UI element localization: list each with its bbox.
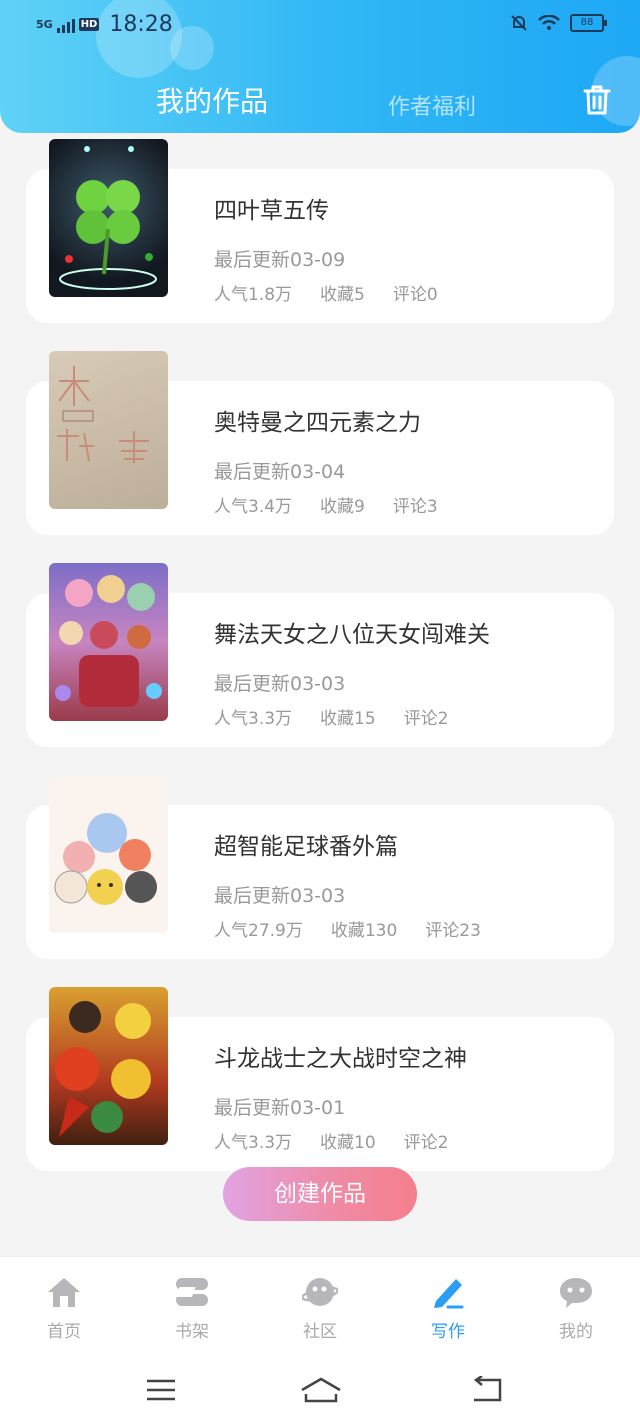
bottom-nav: 首页 书架 社区 写作 我的: [0, 1256, 640, 1349]
work-updated: 最后更新03-04: [214, 461, 346, 483]
work-item[interactable]: 斗龙战士之大战时空之神 最后更新03-01 人气3.3万 收藏10 评论2: [0, 981, 640, 1171]
work-comments: 评论23: [425, 921, 481, 941]
battery-icon: 88: [570, 14, 607, 32]
work-favorites: 收藏5: [320, 285, 365, 305]
work-cover[interactable]: [49, 987, 168, 1145]
nav-label: 社区: [303, 1322, 337, 1342]
work-title: 奥特曼之四元素之力: [214, 410, 421, 436]
tab-my-works[interactable]: 我的作品: [156, 80, 268, 120]
community-icon: [302, 1278, 338, 1306]
header: 5G HD 18:28 88 我的作品 作者福利: [0, 0, 640, 133]
work-cover[interactable]: [49, 563, 168, 721]
write-icon: [434, 1279, 464, 1309]
back-icon[interactable]: [470, 1376, 504, 1404]
profile-icon: [560, 1278, 592, 1308]
work-item[interactable]: 舞法天女之八位天女闯难关 最后更新03-03 人气3.3万 收藏15 评论2: [0, 557, 640, 747]
menu-icon[interactable]: [145, 1378, 177, 1402]
home-icon: [48, 1278, 80, 1307]
handwriting-image: [57, 366, 149, 463]
work-comments: 评论3: [392, 497, 438, 517]
wifi-icon: [538, 15, 560, 30]
work-cover[interactable]: [49, 775, 168, 933]
system-nav-bar: [0, 1348, 640, 1428]
dragon-warriors-image: [55, 1001, 151, 1137]
work-item[interactable]: 超智能足球番外篇 最后更新03-03 人气27.9万 收藏130 评论23: [0, 769, 640, 959]
work-title: 超智能足球番外篇: [214, 834, 398, 860]
signal-icon: [56, 17, 75, 33]
mute-bell-icon: [511, 15, 527, 31]
work-comments: 评论2: [403, 709, 449, 729]
network-type: 5G: [36, 18, 53, 31]
work-title: 四叶草五传: [214, 198, 329, 224]
work-updated: 最后更新03-09: [214, 249, 346, 271]
trash-icon[interactable]: [580, 84, 614, 116]
status-bar: 5G HD 18:28 88: [0, 0, 640, 50]
clock: 18:28: [109, 12, 173, 37]
work-popularity: 人气3.3万: [214, 709, 293, 729]
nav-home[interactable]: 首页: [0, 1257, 128, 1349]
work-item[interactable]: 奥特曼之四元素之力 最后更新03-04 人气3.4万 收藏9 评论3: [0, 345, 640, 535]
anime-girls-image: [55, 575, 162, 707]
work-comments: 评论2: [403, 1133, 449, 1153]
hd-badge: HD: [78, 18, 100, 31]
work-title: 舞法天女之八位天女闯难关: [214, 622, 490, 648]
work-updated: 最后更新03-03: [214, 885, 346, 907]
clover-image: [59, 146, 157, 290]
nav-label: 首页: [47, 1322, 81, 1342]
work-popularity: 人气3.3万: [214, 1133, 293, 1153]
tab-author-benefits[interactable]: 作者福利: [388, 89, 476, 121]
work-favorites: 收藏15: [320, 709, 376, 729]
work-stats: 人气1.8万 收藏5 评论0: [214, 280, 466, 305]
work-item[interactable]: 四叶草五传 最后更新03-09 人气1.8万 收藏5 评论0: [0, 133, 640, 323]
work-stats: 人气3.4万 收藏9 评论3: [214, 492, 466, 517]
nav-label: 写作: [431, 1322, 465, 1342]
work-stats: 人气3.3万 收藏10 评论2: [214, 1128, 477, 1153]
chibi-characters-image: [54, 813, 157, 905]
nav-bookshelf[interactable]: 书架: [128, 1257, 256, 1349]
work-popularity: 人气3.4万: [214, 497, 293, 517]
work-stats: 人气27.9万 收藏130 评论23: [214, 916, 509, 941]
nav-community[interactable]: 社区: [256, 1257, 384, 1349]
work-popularity: 人气1.8万: [214, 285, 293, 305]
nav-write[interactable]: 写作: [384, 1257, 512, 1349]
work-cover[interactable]: [49, 351, 168, 509]
work-stats: 人气3.3万 收藏15 评论2: [214, 704, 477, 729]
nav-label: 书架: [175, 1322, 209, 1342]
work-title: 斗龙战士之大战时空之神: [214, 1046, 467, 1072]
work-favorites: 收藏10: [320, 1133, 376, 1153]
create-work-button[interactable]: 创建作品: [223, 1167, 417, 1221]
work-favorites: 收藏9: [320, 497, 365, 517]
work-updated: 最后更新03-01: [214, 1097, 346, 1119]
work-favorites: 收藏130: [330, 921, 398, 941]
work-cover[interactable]: [49, 139, 168, 297]
bookshelf-icon: [175, 1278, 208, 1306]
work-popularity: 人气27.9万: [214, 921, 303, 941]
work-comments: 评论0: [392, 285, 438, 305]
work-updated: 最后更新03-03: [214, 673, 346, 695]
nav-profile[interactable]: 我的: [512, 1257, 640, 1349]
nav-label: 我的: [559, 1322, 593, 1342]
home-system-icon[interactable]: [300, 1376, 342, 1404]
